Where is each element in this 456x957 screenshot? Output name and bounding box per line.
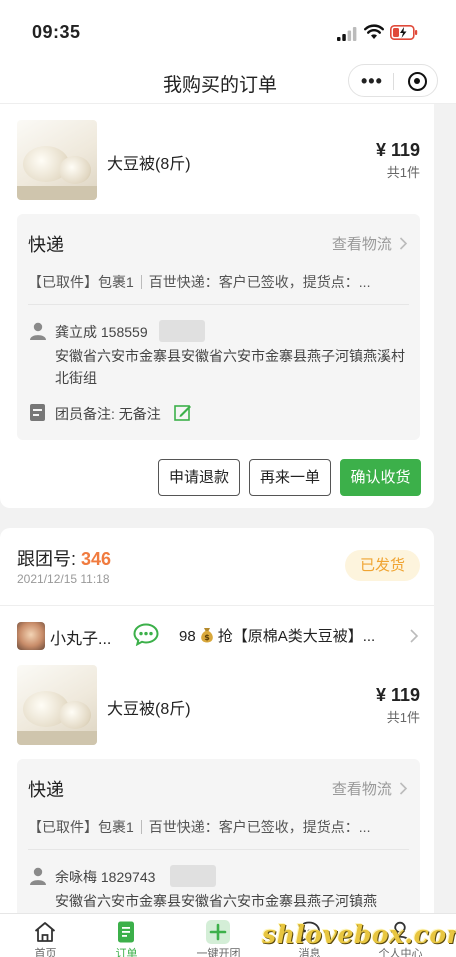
tab-label: 个人中心 xyxy=(378,948,423,957)
status-separator xyxy=(140,820,142,834)
order-date: 2021/12/15 11:18 xyxy=(17,572,110,586)
product-image-shape xyxy=(59,701,91,729)
navigation-bar: 我购买的订单 ••• xyxy=(0,58,456,104)
mini-program-capsule: ••• xyxy=(348,64,438,97)
shipping-status-text: 百世快递：客户已签收，提货点：... xyxy=(148,819,371,835)
status-badge: 已发货 xyxy=(345,550,420,581)
shipping-status-text: 百世快递：客户已签收，提货点：... xyxy=(148,274,371,290)
divider xyxy=(28,849,409,850)
signal-icon xyxy=(337,27,357,41)
tab-create-group[interactable]: 一键开团 xyxy=(173,914,264,957)
tab-label: 首页 xyxy=(34,948,57,957)
more-menu-icon[interactable]: ••• xyxy=(361,71,383,92)
product-quantity: 共1件 xyxy=(386,165,420,180)
status-time: 09:35 xyxy=(32,22,81,42)
tab-home[interactable]: 首页 xyxy=(0,914,91,957)
masked-phone xyxy=(159,320,205,342)
product-image-shape xyxy=(17,186,97,200)
product-price: ¥ 119 xyxy=(375,140,420,160)
chevron-right-icon xyxy=(399,782,408,795)
watermark: shlovebox.com xyxy=(262,920,456,949)
product-image[interactable] xyxy=(17,665,97,745)
product-name[interactable]: 大豆被(8斤) xyxy=(107,150,191,174)
battery-icon xyxy=(390,25,418,40)
chevron-right-icon xyxy=(399,237,408,250)
tab-orders[interactable]: 订单 xyxy=(81,914,172,957)
product-price: ¥ 119 xyxy=(375,685,420,705)
confirm-receipt-button[interactable]: 确认收货 xyxy=(340,459,421,496)
edit-note-icon[interactable] xyxy=(174,404,192,422)
view-logistics-link[interactable]: 查看物流 xyxy=(332,778,408,799)
chevron-right-icon xyxy=(410,629,419,643)
product-image[interactable] xyxy=(17,120,97,200)
group-leader-name[interactable]: 小丸子... xyxy=(50,625,111,649)
wifi-icon xyxy=(364,24,384,39)
person-icon xyxy=(30,867,46,885)
chat-icon[interactable] xyxy=(133,623,159,646)
product-quantity: 共1件 xyxy=(386,710,420,725)
shipping-title: 快递 xyxy=(28,780,64,800)
shipping-status-tag: 【已取件】包裹1 xyxy=(28,274,134,290)
request-refund-button[interactable]: 申请退款 xyxy=(158,459,240,496)
order-card: 跟团号: 346 2021/12/15 11:18 已发货 小丸子... 98 … xyxy=(0,528,434,957)
shipping-status: 【已取件】包裹1 百世快递：客户已签收，提货点：... xyxy=(28,817,370,837)
tab-label: 消息 xyxy=(298,948,321,957)
divider xyxy=(28,304,409,305)
home-icon xyxy=(34,922,56,942)
product-image-shape xyxy=(59,156,91,184)
shipping-status: 【已取件】包裹1 百世快递：客户已签收，提货点：... xyxy=(28,272,370,292)
product-image-shape xyxy=(17,731,97,745)
status-separator xyxy=(140,275,142,289)
group-desc-count: 98 xyxy=(179,628,196,645)
shipping-title: 快递 xyxy=(28,235,64,255)
capsule-divider xyxy=(393,73,394,90)
member-note: 团员备注: 无备注 xyxy=(55,406,161,422)
group-number-value: 346 xyxy=(81,549,112,569)
note-icon xyxy=(30,404,45,421)
product-name[interactable]: 大豆被(8斤) xyxy=(107,695,191,719)
avatar[interactable] xyxy=(17,622,45,650)
view-logistics-label: 查看物流 xyxy=(331,236,392,253)
status-bar: 09:35 xyxy=(0,0,456,58)
shipping-status-tag: 【已取件】包裹1 xyxy=(28,819,134,835)
reorder-button[interactable]: 再来一单 xyxy=(249,459,331,496)
tab-label: 订单 xyxy=(115,948,138,957)
money-bag-icon: $ xyxy=(200,628,213,643)
svg-text:$: $ xyxy=(204,633,210,642)
orders-icon xyxy=(118,921,134,943)
recipient-address: 安徽省六安市金寨县安徽省六安市金寨县燕子河镇燕 xyxy=(55,893,377,909)
group-number-label: 跟团号: xyxy=(17,549,82,569)
view-logistics-label: 查看物流 xyxy=(331,781,392,798)
masked-phone xyxy=(170,865,216,887)
group-desc-text: 抢【原棉A类大豆被】... xyxy=(217,628,376,645)
view-logistics-link[interactable]: 查看物流 xyxy=(332,233,408,254)
divider xyxy=(0,605,434,606)
group-number: 跟团号: 346 xyxy=(17,545,111,571)
plus-icon xyxy=(206,920,230,944)
shipping-info: 快递 查看物流 【已取件】包裹1 百世快递：客户已签收，提货点：... 龚立成 1… xyxy=(17,214,420,440)
close-program-icon[interactable] xyxy=(408,72,427,91)
tab-label: 一键开团 xyxy=(196,948,241,957)
recipient-name-phone: 龚立成 158559 xyxy=(55,324,148,340)
group-description[interactable]: 98 $ 抢【原棉A类大豆被】... xyxy=(179,625,375,646)
order-card: 大豆被(8斤) ¥ 119 共1件 快递 查看物流 【已取件】包裹1 百世快递：客… xyxy=(0,104,434,508)
person-icon xyxy=(30,322,46,340)
recipient-address: 安徽省六安市金寨县安徽省六安市金寨县燕子河镇燕溪村北街组 xyxy=(55,348,405,386)
recipient-name-phone: 余咏梅 1829743 xyxy=(55,869,156,885)
